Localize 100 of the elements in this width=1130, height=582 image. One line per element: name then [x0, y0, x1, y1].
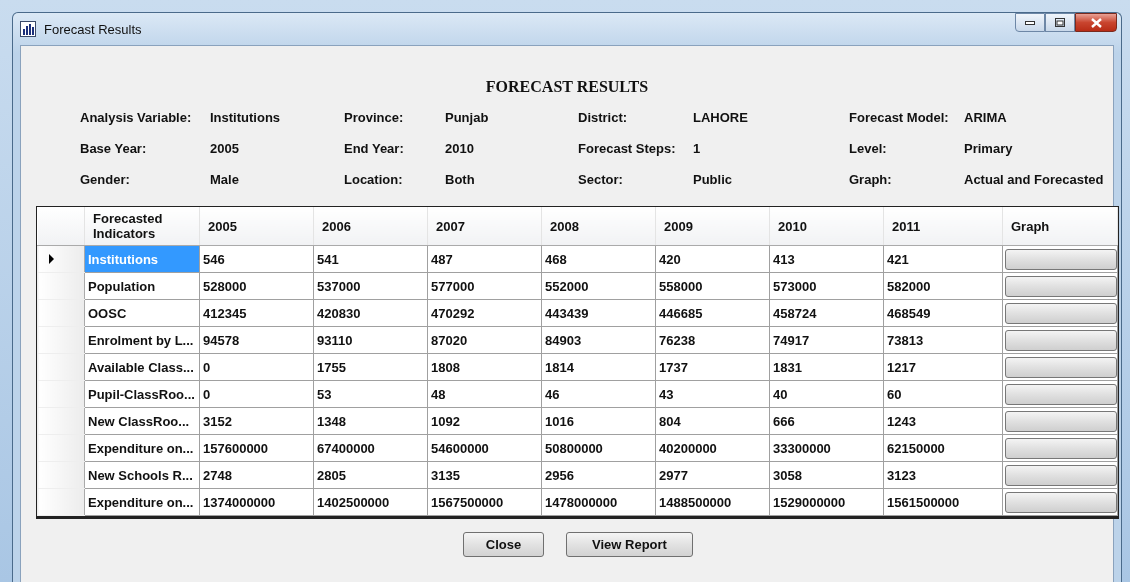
table-cell: 48	[427, 380, 542, 408]
table-cell: 1561500000	[883, 488, 1003, 516]
table-cell: 468	[541, 245, 656, 273]
table-cell: 1092	[427, 407, 542, 435]
table-cell: 46	[541, 380, 656, 408]
table-cell: 0	[199, 380, 314, 408]
table-cell: 421	[883, 245, 1003, 273]
field-value: Punjab	[445, 109, 490, 126]
table-cell: 40200000	[655, 434, 770, 462]
table-cell: 2805	[313, 461, 428, 489]
table-cell: 62150000	[883, 434, 1003, 462]
table-cell: 413	[769, 245, 884, 273]
graph-button[interactable]	[1005, 329, 1117, 351]
graph-button[interactable]	[1005, 410, 1117, 432]
graph-button[interactable]	[1005, 437, 1117, 459]
table-cell: 528000	[199, 272, 314, 300]
field-value: 2005	[210, 140, 240, 157]
table-cell: 468549	[883, 299, 1003, 327]
table-cell: 54600000	[427, 434, 542, 462]
field-label: Sector:	[578, 171, 624, 188]
maximize-button[interactable]	[1045, 13, 1075, 32]
report-heading: FORECAST RESULTS	[484, 78, 650, 96]
table-cell: 1808	[427, 353, 542, 381]
field-label: Gender:	[80, 171, 131, 188]
table-cell: 53	[313, 380, 428, 408]
table-cell: 50800000	[541, 434, 656, 462]
field-value: Both	[445, 171, 476, 188]
table-cell: 74917	[769, 326, 884, 354]
field-label: Level:	[849, 140, 888, 157]
table-cell: 420830	[313, 299, 428, 327]
field-label: District:	[578, 109, 629, 126]
minimize-icon	[1025, 20, 1035, 25]
table-cell: 1348	[313, 407, 428, 435]
table-cell[interactable]: New Schools R...	[84, 461, 200, 489]
table-cell: 1402500000	[313, 488, 428, 516]
table-cell[interactable]: New ClassRoo...	[84, 407, 200, 435]
field-value: LAHORE	[693, 109, 749, 126]
table-cell: 1243	[883, 407, 1003, 435]
maximize-icon	[1055, 18, 1065, 27]
minimize-button[interactable]	[1015, 13, 1045, 32]
graph-button[interactable]	[1005, 464, 1117, 486]
table-cell: 40	[769, 380, 884, 408]
table-cell: 1374000000	[199, 488, 314, 516]
table-cell[interactable]: Expenditure on...	[84, 488, 200, 516]
field-label: Base Year:	[80, 140, 148, 157]
table-cell: 2956	[541, 461, 656, 489]
window-title: Forecast Results	[44, 21, 142, 37]
table-cell: 1567500000	[427, 488, 542, 516]
field-label: Forecast Model:	[849, 109, 950, 126]
table-cell[interactable]: Available Class...	[84, 353, 200, 381]
table-cell: 577000	[427, 272, 542, 300]
table-cell: 2748	[199, 461, 314, 489]
table-cell: 537000	[313, 272, 428, 300]
field-label: Analysis Variable:	[80, 109, 193, 126]
table-cell: 157600000	[199, 434, 314, 462]
field-value: Primary	[964, 140, 1014, 157]
table-cell: 412345	[199, 299, 314, 327]
field-label: Location:	[344, 171, 404, 188]
table-cell: 487	[427, 245, 542, 273]
table-cell: 84903	[541, 326, 656, 354]
table-cell: 582000	[883, 272, 1003, 300]
field-value: Male	[210, 171, 240, 188]
graph-button[interactable]	[1005, 356, 1117, 378]
dialog-button[interactable]: View Report	[566, 532, 693, 557]
table-cell: 1488500000	[655, 488, 770, 516]
close-window-button[interactable]	[1075, 13, 1117, 32]
table-cell[interactable]: Enrolment by L...	[84, 326, 200, 354]
table-cell: 446685	[655, 299, 770, 327]
table-cell: 1755	[313, 353, 428, 381]
table-cell: 67400000	[313, 434, 428, 462]
table-cell: 1737	[655, 353, 770, 381]
table-cell[interactable]: OOSC	[84, 299, 200, 327]
table-cell: 458724	[769, 299, 884, 327]
field-label: Forecast Steps:	[578, 140, 677, 157]
table-cell: 76238	[655, 326, 770, 354]
table-cell: 804	[655, 407, 770, 435]
graph-button[interactable]	[1005, 491, 1117, 513]
field-value: 2010	[445, 140, 475, 157]
field-label: Province:	[344, 109, 405, 126]
table-cell: 87020	[427, 326, 542, 354]
table-cell: 1814	[541, 353, 656, 381]
graph-button[interactable]	[1005, 275, 1117, 297]
dialog-button[interactable]: Close	[463, 532, 544, 557]
bar-chart-icon	[20, 21, 36, 37]
graph-button[interactable]	[1005, 383, 1117, 405]
table-cell: 3058	[769, 461, 884, 489]
field-value: ARIMA	[964, 109, 1008, 126]
table-cell[interactable]: Population	[84, 272, 200, 300]
table-cell: 3152	[199, 407, 314, 435]
table-cell: 470292	[427, 299, 542, 327]
table-cell: 93110	[313, 326, 428, 354]
table-cell[interactable]: Pupil-ClassRoo...	[84, 380, 200, 408]
table-cell: 666	[769, 407, 884, 435]
table-cell: 3135	[427, 461, 542, 489]
table-cell: 33300000	[769, 434, 884, 462]
field-value: Institutions	[210, 109, 282, 126]
table-cell: 552000	[541, 272, 656, 300]
graph-button[interactable]	[1005, 302, 1117, 324]
graph-button[interactable]	[1005, 248, 1117, 270]
table-cell[interactable]: Expenditure on...	[84, 434, 200, 462]
